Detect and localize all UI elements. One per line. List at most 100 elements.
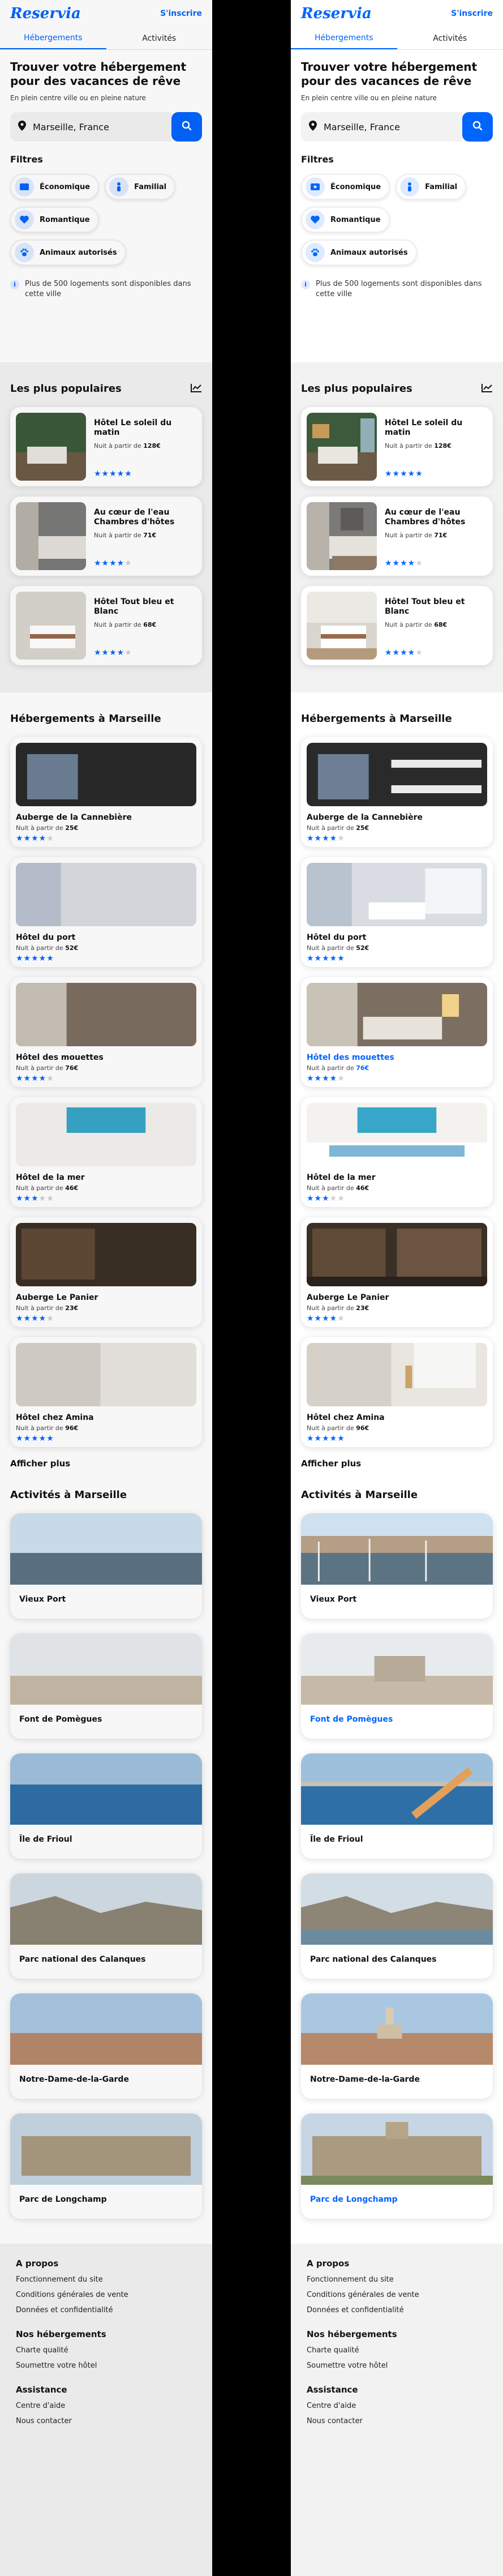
tab-hebergements[interactable]: Hébergements xyxy=(291,27,397,49)
search-input[interactable]: Marseille, France xyxy=(301,112,462,142)
footer-link[interactable]: Charte qualité xyxy=(307,2346,487,2355)
lodging-name: Hôtel des mouettes xyxy=(307,1053,394,1062)
trending-chart-icon[interactable] xyxy=(481,383,493,395)
footer-link[interactable]: Données et confidentialité xyxy=(307,2306,487,2314)
activity-photo xyxy=(301,1513,493,1585)
lodging-card[interactable]: Hôtel des mouettes Nuit à partir de 76€ ★★… xyxy=(10,977,202,1087)
show-more-link[interactable]: Afficher plus xyxy=(10,1458,202,1469)
trending-chart-icon[interactable] xyxy=(191,383,202,395)
footer-link[interactable]: Fonctionnement du site xyxy=(307,2275,487,2284)
footer-link[interactable]: Soumettre votre hôtel xyxy=(16,2361,196,2370)
footer-link[interactable]: Données et confidentialité xyxy=(16,2306,196,2314)
lodging-photo xyxy=(16,1223,196,1286)
lodging-price: Nuit à partir de 46€ xyxy=(307,1184,369,1192)
lodging-name: Auberge de la Cannebière xyxy=(16,813,132,822)
lodging-photo xyxy=(307,1103,487,1166)
lodging-card[interactable]: Hôtel du port Nuit à partir de 52€ ★★★★★ xyxy=(10,857,202,967)
footer-link[interactable]: Nous contacter xyxy=(307,2417,487,2425)
lodgings-section: Hébergements à Marseille Auberge de la C… xyxy=(291,692,503,2244)
search-button[interactable] xyxy=(171,112,202,142)
popular-card[interactable]: Au cœur de l'eau Chambres d'hôtes Nuit à… xyxy=(301,497,493,576)
info-text: Plus de 500 logements sont disponibles d… xyxy=(316,280,482,298)
activity-card[interactable]: Parc national des Calanques xyxy=(10,1873,202,1979)
lodging-photo xyxy=(307,983,487,1046)
tab-activites[interactable]: Activités xyxy=(106,27,213,49)
lodging-card[interactable]: Hôtel du port Nuit à partir de 52€ ★★★★★ xyxy=(301,857,493,967)
reservia-logo[interactable]: Reservia xyxy=(10,5,81,22)
reservia-logo[interactable]: Reservia xyxy=(301,5,372,22)
activity-card[interactable]: Parc de Longchamp xyxy=(301,2113,493,2219)
filter-economique[interactable]: Économique xyxy=(301,174,390,200)
filter-animaux[interactable]: Animaux autorisés xyxy=(10,239,126,266)
footer-link[interactable]: Nous contacter xyxy=(16,2417,196,2425)
filter-label: Économique xyxy=(40,182,91,191)
hero-subtitle: En plein centre ville ou en pleine natur… xyxy=(301,94,437,102)
activity-name: Font de Pomègues xyxy=(310,1715,393,1724)
footer-link[interactable]: Fonctionnement du site xyxy=(16,2275,196,2284)
rating-stars: ★★★★★ xyxy=(94,648,132,657)
lodging-card[interactable]: Hôtel chez Amina Nuit à partir de 96€ ★★… xyxy=(301,1337,493,1447)
footer-link[interactable]: Centre d'aide xyxy=(16,2402,196,2410)
activity-card[interactable]: Parc de Longchamp xyxy=(10,2113,202,2219)
footer-link[interactable]: Conditions générales de vente xyxy=(16,2291,196,2299)
lodging-card[interactable]: Hôtel de la mer Nuit à partir de 46€ ★★★★★ xyxy=(10,1097,202,1207)
heart-icon xyxy=(306,210,325,229)
activity-card[interactable]: Parc national des Calanques xyxy=(301,1873,493,1979)
activity-card[interactable]: Vieux Port xyxy=(301,1513,493,1619)
popular-title: Les plus populaires xyxy=(301,383,412,395)
activity-photo xyxy=(10,2113,202,2185)
search-bar: Marseille, France xyxy=(301,112,493,142)
lodging-card[interactable]: Auberge de la Cannebière Nuit à partir d… xyxy=(301,737,493,847)
filter-romantique[interactable]: Romantique xyxy=(301,207,390,233)
lodging-card[interactable]: Auberge Le Panier Nuit à partir de 23€ ★… xyxy=(301,1217,493,1327)
activity-card[interactable]: Notre-Dame-de-la-Garde xyxy=(301,1993,493,2099)
popular-card[interactable]: Hôtel Le soleil du matin Nuit à partir d… xyxy=(301,407,493,486)
lodging-card[interactable]: Auberge Le Panier Nuit à partir de 23€ ★★★… xyxy=(10,1217,202,1327)
footer-link[interactable]: Soumettre votre hôtel xyxy=(307,2361,487,2370)
show-more-link[interactable]: Afficher plus xyxy=(301,1458,493,1469)
lodging-photo xyxy=(16,1103,196,1166)
lodging-name: Auberge Le Panier xyxy=(16,1293,98,1302)
hotel-name: Hôtel Le soleil du matin xyxy=(94,418,172,437)
activity-card[interactable]: Font de Pomègues xyxy=(301,1633,493,1739)
popular-card[interactable]: Hôtel Tout bleu et Blanc Nuit à partir de… xyxy=(10,586,202,665)
lodging-price: Nuit à partir de 96€ xyxy=(307,1424,369,1432)
footer-link[interactable]: Centre d'aide xyxy=(307,2402,487,2410)
filter-animaux[interactable]: Animaux autorisés xyxy=(301,239,417,266)
lodging-card[interactable]: Hôtel chez Amina Nuit à partir de 96€ ★★★★… xyxy=(10,1337,202,1447)
lodging-card[interactable]: Hôtel de la mer Nuit à partir de 46€ ★★★… xyxy=(301,1097,493,1207)
activity-name: Île de Frioul xyxy=(19,1835,72,1844)
filter-familial[interactable]: Familial xyxy=(105,174,176,200)
lodging-price: Nuit à partir de 52€ xyxy=(307,944,369,952)
footer-title: Nos hébergements xyxy=(16,2329,106,2339)
lodging-card[interactable]: Auberge de la Cannebière Nuit à partir de… xyxy=(10,737,202,847)
search-icon xyxy=(182,121,192,133)
tab-activites[interactable]: Activités xyxy=(397,27,503,49)
signup-link[interactable]: S'inscrire xyxy=(451,9,493,18)
footer-link[interactable]: Conditions générales de vente xyxy=(307,2291,487,2299)
lodging-photo xyxy=(16,743,196,806)
activity-card[interactable]: Île de Frioul xyxy=(301,1753,493,1859)
search-input[interactable]: Marseille, France xyxy=(10,112,171,142)
filter-familial[interactable]: Familial xyxy=(395,174,467,200)
activity-card[interactable]: Île de Frioul xyxy=(10,1753,202,1859)
lodging-photo xyxy=(16,863,196,926)
activity-card[interactable]: Font de Pomègues xyxy=(10,1633,202,1739)
signup-link[interactable]: S'inscrire xyxy=(160,9,202,18)
activity-card[interactable]: Vieux Port xyxy=(10,1513,202,1619)
search-button[interactable] xyxy=(462,112,493,142)
popular-card[interactable]: Au cœur de l'eau Chambres d'hôtes Nuit à … xyxy=(10,497,202,576)
popular-card[interactable]: Hôtel Le soleil du matin Nuit à partir de… xyxy=(10,407,202,486)
popular-card[interactable]: Hôtel Tout bleu et Blanc Nuit à partir d… xyxy=(301,586,493,665)
rating-stars: ★★★★★ xyxy=(16,1074,54,1083)
tab-hebergements[interactable]: Hébergements xyxy=(0,27,106,49)
filter-economique[interactable]: Économique xyxy=(10,174,100,200)
footer-link[interactable]: Charte qualité xyxy=(16,2346,196,2355)
footer-title: A propos xyxy=(16,2258,59,2269)
activity-card[interactable]: Notre-Dame-de-la-Garde xyxy=(10,1993,202,2099)
search-bar: Marseille, France xyxy=(10,112,202,142)
filter-label: Économique xyxy=(330,182,381,191)
filter-romantique[interactable]: Romantique xyxy=(10,207,99,233)
activity-photo xyxy=(10,1513,202,1585)
lodging-card[interactable]: Hôtel des mouettes Nuit à partir de 76€ … xyxy=(301,977,493,1087)
